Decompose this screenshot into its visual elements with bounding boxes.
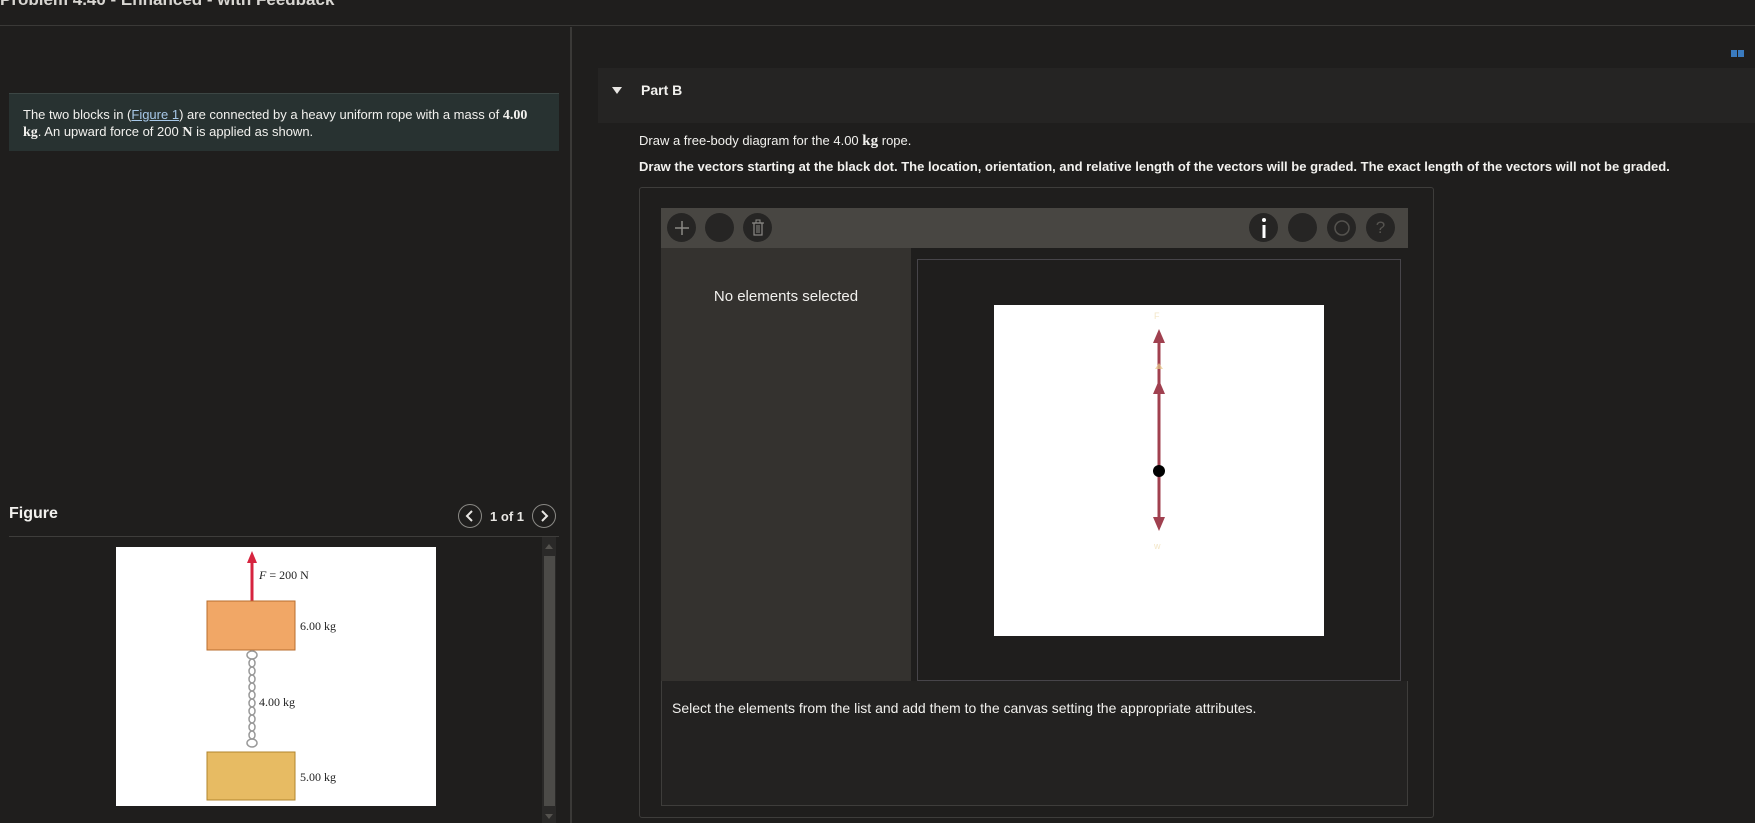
lower-block-mass-label: 5.00 kg [300,770,336,784]
drawing-toolbar: ? [661,208,1408,248]
info-icon [1261,217,1266,238]
vector-label-marker [1155,363,1163,369]
chevron-right-icon [541,510,549,522]
chevron-left-icon [465,510,473,522]
origin-dot [1153,465,1165,477]
force-unit: N [182,125,193,140]
problem-text-1: The two blocks in ( [23,107,132,122]
figure-pager: 1 of 1 [458,504,556,528]
top-bar: Problem 4.40 - Enhanced - with Feedback [0,0,1755,26]
figure-scrollbar-thumb[interactable] [544,556,555,806]
hint-message: Select the elements from the list and ad… [672,700,1257,716]
hint-panel: Select the elements from the list and ad… [661,681,1408,806]
toolbar-blank-button-2[interactable] [1288,213,1317,242]
instruction-unit: kg [862,133,879,149]
caret-down-icon [612,87,622,94]
part-b-header[interactable]: Part B [598,68,1755,123]
drawing-canvas[interactable]: F w [994,305,1324,636]
previous-figure-button[interactable] [458,504,483,528]
blocks-rope-diagram: F = 200 N 6.00 kg 4.00 kg 5.00 kg [206,551,336,801]
mass-value: 4.00 [502,108,528,123]
upward-vector-2-head[interactable] [1153,380,1165,394]
problem-title: Problem 4.40 - Enhanced - with Feedback [0,0,334,10]
upper-block [206,600,296,651]
delete-button[interactable] [743,213,772,242]
vector-label-bottom: w [1153,541,1161,551]
help-button[interactable]: ? [1366,213,1395,242]
info-button[interactable] [1249,213,1278,242]
problem-text-3: . An upward force of 200 [37,124,179,139]
figure-heading: Figure [9,505,58,522]
add-icon [674,220,689,235]
rope-mass-label: 4.00 kg [259,695,295,709]
elements-panel: No elements selected [661,248,911,681]
scroll-down-icon [545,814,553,819]
layout-toggle-icon[interactable] [1731,48,1745,58]
problem-text-2: ) are connected by a heavy uniform rope … [179,107,500,122]
no-elements-message: No elements selected [713,288,859,305]
downward-vector-head [1153,517,1165,531]
next-figure-button[interactable] [532,504,556,528]
toolbar-blank-button[interactable] [705,213,734,242]
instruction-bold-text: Draw the vectors starting at the black d… [639,159,1670,174]
figure-image: F = 200 N 6.00 kg 4.00 kg 5.00 kg [116,547,436,806]
figure-page-indicator: 1 of 1 [490,508,524,524]
help-icon: ? [1375,217,1386,237]
reset-button[interactable] [1327,213,1356,242]
upper-block-mass-label: 6.00 kg [300,619,336,633]
part-b-title: Part B [641,82,683,98]
figure-header: Figure 1 of 1 [9,499,559,537]
instruction-before: Draw a free-body diagram for the 4.00 [639,133,863,148]
upward-vector-1-head [1153,329,1165,343]
reset-icon [1333,219,1350,236]
figure-link[interactable]: Figure 1 [131,107,179,122]
problem-text-4: is applied as shown. [192,124,314,139]
rope [246,650,258,748]
pane-divider [571,27,572,823]
instruction-text: Draw a free-body diagram for the 4.00 kg… [639,133,911,150]
lower-block [206,751,296,801]
problem-statement: The two blocks in (Figure 1) are connect… [9,93,559,151]
scroll-up-icon [545,544,553,549]
mass-unit: kg [23,125,38,140]
force-label: F = 200 N [258,568,309,582]
instruction-after: rope. [878,133,912,148]
free-body-diagram: F w [1153,311,1165,551]
trash-icon [751,219,764,236]
vector-label-top: F [1154,311,1160,321]
add-vector-button[interactable] [667,213,696,242]
force-arrowhead [247,551,257,563]
